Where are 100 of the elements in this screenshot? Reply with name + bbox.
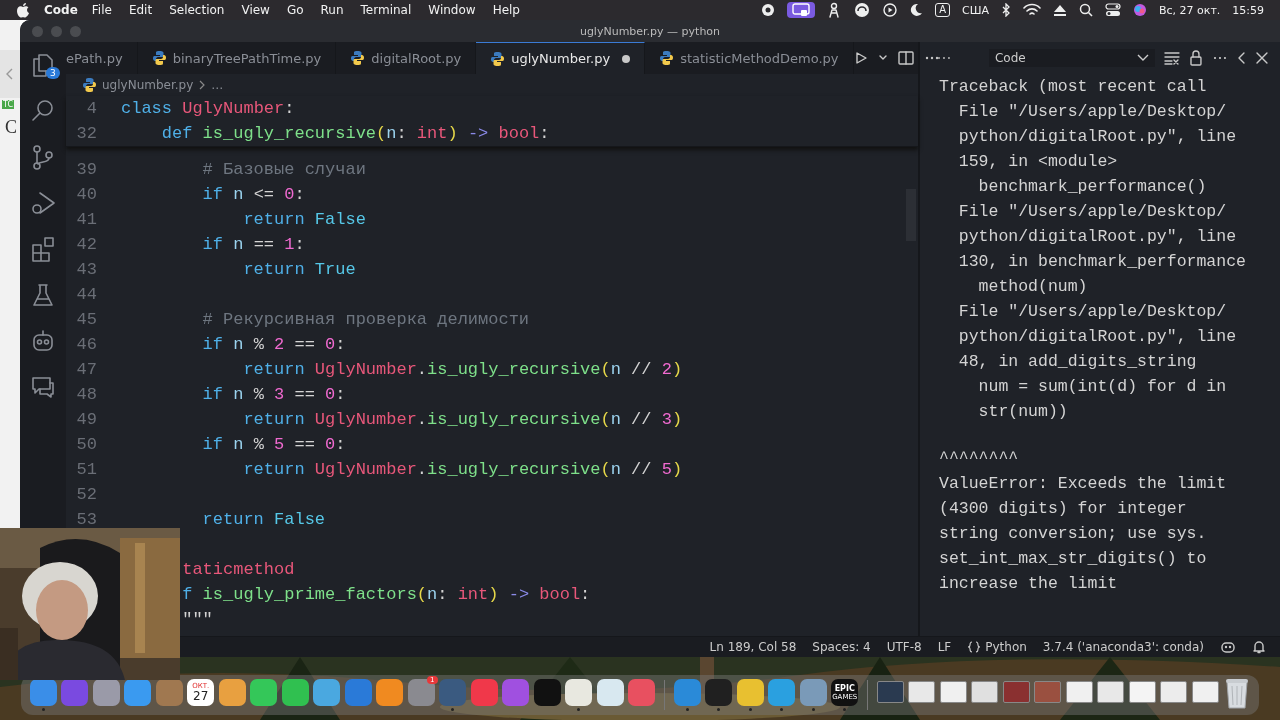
- output-line: ValueError: Exceeds the limit: [939, 473, 1228, 495]
- window-thumbnail[interactable]: [1097, 681, 1125, 703]
- window-thumbnail[interactable]: [1065, 681, 1093, 703]
- window-thumbnail[interactable]: [876, 681, 904, 703]
- app-icon[interactable]: [736, 679, 764, 706]
- toggles-icon[interactable]: [1104, 3, 1121, 17]
- run-icon[interactable]: [853, 51, 868, 65]
- record-icon[interactable]: [761, 3, 776, 17]
- editor-tab[interactable]: binaryTreePathTime.py: [137, 42, 337, 74]
- search-icon[interactable]: [1078, 3, 1093, 17]
- app-icon[interactable]: [565, 679, 593, 706]
- line-number: 48: [75, 384, 98, 406]
- interpreter-selector[interactable]: 3.7.4 ('anaconda3': conda): [1042, 640, 1204, 654]
- play-icon[interactable]: [883, 3, 898, 17]
- clock[interactable]: 15:59: [1232, 3, 1264, 17]
- editor-tab[interactable]: statisticMethodDemo.py: [645, 42, 854, 74]
- breadcrumb-item[interactable]: …: [211, 78, 224, 92]
- code-line: return UglyNumber.is_ugly_recursive(n // 2): [242, 359, 683, 381]
- app-icon[interactable]: [596, 679, 624, 706]
- app-icon[interactable]: [376, 679, 404, 706]
- window-thumbnail[interactable]: [1160, 681, 1188, 703]
- apple-icon[interactable]: [16, 2, 30, 18]
- code-line: if n % 5 == 0:: [201, 434, 346, 456]
- window-thumbnail[interactable]: [1191, 681, 1219, 703]
- menu-item[interactable]: Terminal: [360, 3, 412, 17]
- menu-item[interactable]: View: [241, 3, 270, 17]
- window-thumbnail[interactable]: [1034, 681, 1062, 703]
- wifi-icon[interactable]: [1022, 3, 1041, 17]
- clear-output-icon[interactable]: [1164, 51, 1181, 65]
- menu-item[interactable]: Window: [428, 3, 476, 17]
- app-icon[interactable]: [705, 679, 733, 706]
- line-number: 42: [75, 234, 98, 256]
- app-icon[interactable]: [218, 679, 246, 706]
- app-icon[interactable]: [250, 679, 278, 706]
- trash-icon[interactable]: [1223, 676, 1250, 709]
- menu-item[interactable]: Help: [492, 3, 520, 17]
- code-line: """: [181, 609, 213, 631]
- menu-item[interactable]: Edit: [128, 3, 153, 17]
- siri-icon[interactable]: [1132, 3, 1147, 17]
- line-ending-setting[interactable]: LF: [937, 640, 952, 654]
- robot-icon[interactable]: [30, 328, 56, 354]
- code-line: if n % 3 == 0:: [201, 384, 346, 406]
- breadcrumb-item[interactable]: uglyNumber.py: [102, 78, 194, 92]
- menu-item[interactable]: Selection: [169, 3, 225, 17]
- editor-tab[interactable]: ePath.py: [66, 42, 138, 74]
- output-line: python/digitalRoot.py", line: [957, 226, 1238, 248]
- app-icon[interactable]: [533, 679, 561, 706]
- window-thumbnail[interactable]: [1002, 681, 1030, 703]
- split-editor-icon[interactable]: [897, 51, 914, 65]
- output-line: File "/Users/apple/Desktop/: [957, 201, 1228, 223]
- code-line: if n == 1:: [201, 234, 305, 256]
- editor-tab[interactable]: uglyNumber.py: [476, 42, 646, 74]
- line-number: 46: [75, 334, 98, 356]
- bell-icon[interactable]: [1252, 640, 1266, 654]
- output-line: num = sum(int(d) for d in: [977, 376, 1228, 398]
- keyboard-layout-label[interactable]: США: [961, 3, 989, 17]
- code-line: if n <= 0:: [201, 184, 305, 206]
- app-icon[interactable]: [281, 679, 309, 706]
- indentation-setting[interactable]: Spaces: 4: [812, 640, 871, 654]
- input-source-indicator[interactable]: А: [935, 3, 950, 17]
- output-line: ^^^^^^^^: [939, 448, 1020, 470]
- encoding-setting[interactable]: UTF-8: [886, 640, 922, 654]
- screen-mirroring-icon[interactable]: [787, 2, 816, 18]
- copilot-icon[interactable]: [1220, 640, 1236, 654]
- run-debug-icon[interactable]: [30, 190, 56, 216]
- output-line: 48, in add_digits_string: [957, 351, 1198, 373]
- close-icon[interactable]: [1256, 52, 1268, 64]
- eject-icon[interactable]: [1052, 3, 1067, 17]
- python-file-icon: [490, 50, 506, 67]
- moon-icon[interactable]: [909, 3, 924, 17]
- menu-item[interactable]: Go: [286, 3, 304, 17]
- line-number: 51: [75, 459, 98, 481]
- source-control-icon[interactable]: [30, 144, 56, 170]
- chat-icon[interactable]: [30, 374, 56, 400]
- window-thumbnail[interactable]: [1128, 681, 1156, 703]
- extensions-icon[interactable]: [30, 236, 56, 262]
- flask-icon[interactable]: [30, 282, 56, 308]
- python-file-icon: [82, 77, 97, 93]
- cursor-position[interactable]: Ln 189, Col 58: [709, 640, 797, 654]
- menu-item[interactable]: Run: [320, 3, 344, 17]
- line-number: 44: [75, 284, 98, 306]
- menu-item[interactable]: File: [91, 3, 112, 17]
- window-thumbnail[interactable]: [971, 681, 999, 703]
- date-label[interactable]: Вс, 27 окт.: [1158, 3, 1221, 17]
- line-number: 4: [85, 98, 98, 120]
- gauge-icon[interactable]: [853, 2, 872, 18]
- window-thumbnail[interactable]: [908, 681, 936, 703]
- app-icon[interactable]: [313, 679, 341, 706]
- output-channel-dropdown[interactable]: Code: [988, 49, 1156, 67]
- language-mode[interactable]: Python: [967, 640, 1027, 654]
- files-icon[interactable]: [30, 52, 56, 78]
- window-thumbnail[interactable]: [939, 681, 967, 703]
- bluetooth-icon[interactable]: [1000, 3, 1011, 17]
- search-icon[interactable]: [30, 98, 56, 124]
- figure-icon[interactable]: [827, 2, 842, 18]
- output-line: python/digitalRoot.py", line: [957, 126, 1238, 148]
- code-line: def is_ugly_recursive(n: int) -> bool:: [160, 123, 550, 145]
- lock-icon[interactable]: [1189, 50, 1204, 66]
- app-name-menu[interactable]: Code: [44, 3, 78, 17]
- unsaved-dot: [622, 54, 631, 63]
